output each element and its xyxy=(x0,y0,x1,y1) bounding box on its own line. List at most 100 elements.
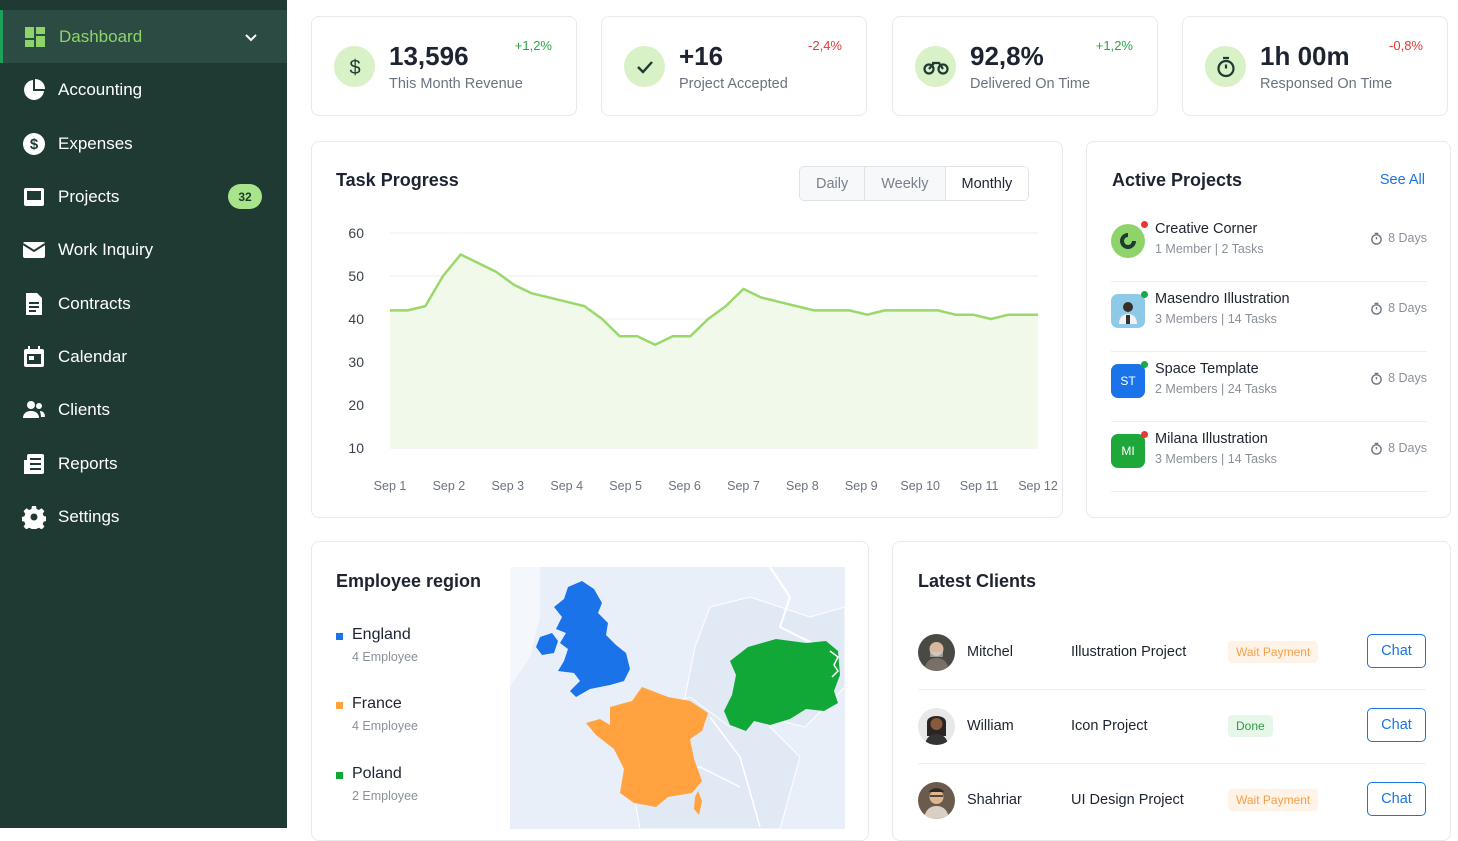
stat-change: +1,2% xyxy=(514,38,552,53)
svg-text:$: $ xyxy=(30,136,39,153)
chat-button[interactable]: Chat xyxy=(1367,634,1426,668)
client-name: Mitchel xyxy=(967,644,1013,660)
sidebar-item-label: Settings xyxy=(58,506,120,526)
sidebar-item-work-inquiry[interactable]: Work Inquiry xyxy=(0,223,287,276)
x-tick-label: Sep 5 xyxy=(609,479,642,493)
status-dot xyxy=(1141,291,1148,298)
inbox-icon xyxy=(24,187,44,206)
x-tick-label: Sep 7 xyxy=(727,479,760,493)
see-all-link[interactable]: See All xyxy=(1380,172,1425,188)
y-tick-label: 40 xyxy=(348,311,364,327)
client-name: Shahriar xyxy=(967,792,1022,808)
region-name: Poland xyxy=(352,765,402,782)
project-meta: 3 Members | 14 Tasks xyxy=(1155,452,1277,466)
y-tick-label: 50 xyxy=(348,268,364,284)
sidebar-item-accounting[interactable]: Accounting xyxy=(0,63,287,116)
project-duration: 8 Days xyxy=(1370,371,1427,385)
latest-clients-title: Latest Clients xyxy=(918,571,1037,591)
mail-icon xyxy=(22,241,46,258)
x-tick-label: Sep 10 xyxy=(900,479,940,493)
project-duration: 8 Days xyxy=(1370,301,1427,315)
x-tick-label: Sep 3 xyxy=(491,479,524,493)
project-name: Space Template xyxy=(1155,361,1259,377)
sidebar-item-label: Calendar xyxy=(58,346,127,366)
x-tick-label: Sep 4 xyxy=(550,479,583,493)
motorbike-icon xyxy=(915,46,956,87)
sidebar-item-projects[interactable]: Projects 32 xyxy=(0,170,287,223)
chat-button[interactable]: Chat xyxy=(1367,708,1426,742)
status-badge: Done xyxy=(1228,715,1273,737)
timer-icon xyxy=(1371,232,1382,245)
project-item[interactable]: ST Space Template 2 Members | 24 Tasks 8… xyxy=(1111,352,1427,422)
area-fill xyxy=(390,254,1038,448)
chat-button[interactable]: Chat xyxy=(1367,782,1426,816)
pie-chart-icon xyxy=(24,78,45,100)
projects-count-badge: 32 xyxy=(228,184,262,209)
project-item[interactable]: MI Milana Illustration 3 Members | 14 Ta… xyxy=(1111,422,1427,492)
sidebar-item-contracts[interactable]: Contracts xyxy=(0,277,287,330)
client-name: William xyxy=(967,718,1014,734)
sidebar-item-clients[interactable]: Clients xyxy=(0,383,287,436)
y-tick-label: 20 xyxy=(348,397,364,413)
x-tick-label: Sep 8 xyxy=(786,479,819,493)
status-dot xyxy=(1141,431,1148,438)
client-project: UI Design Project xyxy=(1071,792,1184,808)
sidebar-item-settings[interactable]: Settings xyxy=(0,490,287,543)
dollar-icon: $ xyxy=(23,132,45,155)
y-tick-label: 10 xyxy=(348,440,364,456)
stat-value: 13,596 xyxy=(389,41,469,71)
stat-change: -0,8% xyxy=(1389,38,1423,53)
stat-label: This Month Revenue xyxy=(389,76,523,92)
project-logo xyxy=(1111,294,1145,328)
stat-card-revenue: $ 13,596 This Month Revenue +1,2% xyxy=(311,16,577,116)
stat-label: Responsed On Time xyxy=(1260,76,1393,92)
check-icon xyxy=(624,46,665,87)
task-progress-card: Task Progress Daily Weekly Monthly 60 50 4… xyxy=(311,141,1063,518)
region-name: England xyxy=(352,626,411,643)
project-days: 8 Days xyxy=(1388,301,1427,315)
status-badge: Wait Payment xyxy=(1228,641,1319,663)
active-projects-title: Active Projects xyxy=(1112,170,1243,190)
client-row: Mitchel Illustration Project Wait Paymen… xyxy=(918,616,1426,690)
sidebar-item-expenses[interactable]: $ Expenses xyxy=(0,117,287,170)
timer-icon xyxy=(1205,46,1246,87)
timer-icon xyxy=(1371,442,1382,455)
project-item[interactable]: Masendro Illustration 3 Members | 14 Tas… xyxy=(1111,282,1427,352)
employee-region-card: Employee region England 4 Employee Franc… xyxy=(311,541,869,841)
stat-value: 1h 00m xyxy=(1260,41,1350,71)
stat-card-projects: +16 Project Accepted -2,4% xyxy=(601,16,867,116)
sidebar-item-label: Dashboard xyxy=(59,26,143,46)
client-row: William Icon Project Done Chat xyxy=(918,690,1426,764)
report-icon xyxy=(24,453,44,474)
sidebar-item-label: Projects xyxy=(58,186,120,206)
legend-swatch xyxy=(336,702,343,709)
sidebar-item-reports[interactable]: Reports xyxy=(0,437,287,490)
project-logo: MI xyxy=(1111,434,1145,468)
chevron-down-icon[interactable] xyxy=(243,29,259,45)
x-tick-label: Sep 2 xyxy=(433,479,466,493)
x-tick-label: Sep 1 xyxy=(374,479,407,493)
region-name: France xyxy=(352,695,402,712)
project-name: Milana Illustration xyxy=(1155,431,1268,447)
sidebar-item-label: Expenses xyxy=(58,133,133,153)
x-tick-label: Sep 12 xyxy=(1018,479,1058,493)
stat-change: -2,4% xyxy=(808,38,842,53)
legend-swatch xyxy=(336,772,343,779)
project-meta: 1 Member | 2 Tasks xyxy=(1155,242,1264,256)
dashboard-icon xyxy=(25,27,45,47)
project-logo xyxy=(1111,224,1145,258)
sidebar-item-label: Contracts xyxy=(58,293,131,313)
stat-value: +16 xyxy=(679,41,724,71)
sidebar: Dashboard Accounting $ Expenses Projects… xyxy=(0,0,287,828)
sidebar-item-dashboard[interactable]: Dashboard xyxy=(0,10,287,63)
sidebar-item-calendar[interactable]: Calendar xyxy=(0,330,287,383)
client-row: Shahriar UI Design Project Wait Payment … xyxy=(918,764,1426,838)
project-item[interactable]: Creative Corner 1 Member | 2 Tasks 8 Day… xyxy=(1111,212,1427,282)
svg-text:$: $ xyxy=(349,57,360,78)
timer-icon xyxy=(1371,302,1382,315)
latest-clients-card: Latest Clients Mitchel Illustration Proj… xyxy=(892,541,1451,841)
stat-card-delivered: 92,8% Delivered On Time +1,2% xyxy=(892,16,1158,116)
document-icon xyxy=(26,292,42,315)
stat-card-response: 1h 00m Responsed On Time -0,8% xyxy=(1182,16,1448,116)
status-badge: Wait Payment xyxy=(1228,789,1319,811)
